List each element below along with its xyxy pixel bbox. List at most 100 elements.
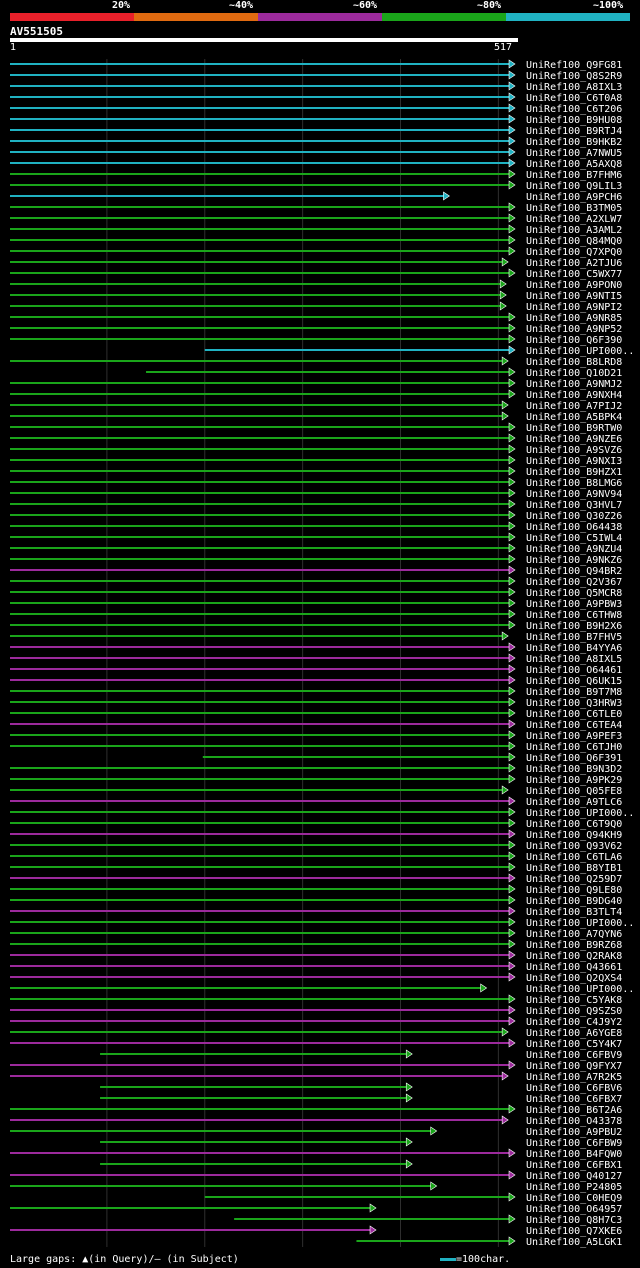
hit-label[interactable]: UniRef100_B3TLT4: [526, 907, 622, 918]
hit-label[interactable]: UniRef100_A8IXL5: [526, 654, 622, 665]
hit-label[interactable]: UniRef100_B9T7M8: [526, 687, 622, 698]
hit-label[interactable]: UniRef100_C6TLE0: [526, 709, 622, 720]
hit-label[interactable]: UniRef100_Q8S2R9: [526, 71, 622, 82]
hit-label[interactable]: UniRef100_B9HZX1: [526, 467, 622, 478]
hit-label[interactable]: UniRef100_A9NXI3: [526, 456, 622, 467]
hit-label[interactable]: UniRef100_C6THW8: [526, 610, 622, 621]
hit-label[interactable]: UniRef100_A3AML2: [526, 225, 622, 236]
hit-label[interactable]: UniRef100_Q94KH9: [526, 830, 622, 841]
hit-label[interactable]: UniRef100_C6FBV6: [526, 1083, 622, 1094]
hit-label[interactable]: UniRef100_C5Y4K7: [526, 1039, 622, 1050]
hit-label[interactable]: UniRef100_A9PBW3: [526, 599, 622, 610]
hit-label[interactable]: UniRef100_Q05FE8: [526, 786, 622, 797]
hit-label[interactable]: UniRef100_Q9LIL3: [526, 181, 622, 192]
hit-label[interactable]: UniRef100_Q2QXS4: [526, 973, 622, 984]
hit-label[interactable]: UniRef100_B8YIB1: [526, 863, 622, 874]
hit-label[interactable]: UniRef100_Q7XKE6: [526, 1226, 622, 1237]
hit-label[interactable]: UniRef100_A9NV94: [526, 489, 622, 500]
hit-label[interactable]: UniRef100_A5LGK1: [526, 1237, 622, 1248]
hit-label[interactable]: UniRef100_Q30Z26: [526, 511, 622, 522]
hit-label[interactable]: UniRef100_B9RTJ4: [526, 126, 622, 137]
hit-label[interactable]: UniRef100_A7PIJ2: [526, 401, 622, 412]
hit-label[interactable]: UniRef100_Q7XPQ0: [526, 247, 622, 258]
hit-label[interactable]: UniRef100_C6TJH0: [526, 742, 622, 753]
hit-label[interactable]: UniRef100_C6FBX1: [526, 1160, 622, 1171]
hit-label[interactable]: UniRef100_Q259D7: [526, 874, 622, 885]
hit-label[interactable]: UniRef100_Q6F390: [526, 335, 622, 346]
hit-label[interactable]: UniRef100_A9SVZ6: [526, 445, 622, 456]
hit-label[interactable]: UniRef100_A5BPK4: [526, 412, 622, 423]
hit-label[interactable]: UniRef100_B9RZ68: [526, 940, 622, 951]
hit-label[interactable]: UniRef100_A9NXH4: [526, 390, 622, 401]
hit-label[interactable]: UniRef100_A7QYN6: [526, 929, 622, 940]
hit-label[interactable]: UniRef100_C0HEQ9: [526, 1193, 622, 1204]
hit-label[interactable]: UniRef100_Q6UK15: [526, 676, 622, 687]
hit-label[interactable]: UniRef100_UPI000..: [526, 346, 634, 357]
hit-label[interactable]: UniRef100_A7R2K5: [526, 1072, 622, 1083]
hit-label[interactable]: UniRef100_Q2V367: [526, 577, 622, 588]
hit-label[interactable]: UniRef100_O64438: [526, 522, 622, 533]
hit-label[interactable]: UniRef100_C6TLA6: [526, 852, 622, 863]
hit-label[interactable]: UniRef100_C6FBV9: [526, 1050, 622, 1061]
hit-label[interactable]: UniRef100_A9TLC6: [526, 797, 622, 808]
hit-label[interactable]: UniRef100_A9NR85: [526, 313, 622, 324]
hit-label[interactable]: UniRef100_B7FHM6: [526, 170, 622, 181]
hit-label[interactable]: UniRef100_Q10D21: [526, 368, 622, 379]
hit-label[interactable]: UniRef100_B9N3D2: [526, 764, 622, 775]
hit-label[interactable]: UniRef100_C6FBW9: [526, 1138, 622, 1149]
hit-label[interactable]: UniRef100_C6T9Q0: [526, 819, 622, 830]
hit-label[interactable]: UniRef100_A9PEF3: [526, 731, 622, 742]
hit-label[interactable]: UniRef100_A7NWU5: [526, 148, 622, 159]
hit-label[interactable]: UniRef100_C6T0A8: [526, 93, 622, 104]
hit-label[interactable]: UniRef100_B7FHV5: [526, 632, 622, 643]
hit-label[interactable]: UniRef100_B8LMG6: [526, 478, 622, 489]
hit-label[interactable]: UniRef100_C4J9Y2: [526, 1017, 622, 1028]
hit-label[interactable]: UniRef100_O43378: [526, 1116, 622, 1127]
hit-label[interactable]: UniRef100_Q5MCR8: [526, 588, 622, 599]
hit-label[interactable]: UniRef100_B9RTW0: [526, 423, 622, 434]
hit-label[interactable]: UniRef100_A9PBU2: [526, 1127, 622, 1138]
hit-label[interactable]: UniRef100_C5IWL4: [526, 533, 622, 544]
hit-label[interactable]: UniRef100_B3TM05: [526, 203, 622, 214]
hit-label[interactable]: UniRef100_UPI000..: [526, 808, 634, 819]
hit-label[interactable]: UniRef100_Q84MQ0: [526, 236, 622, 247]
hit-label[interactable]: UniRef100_A9NZE6: [526, 434, 622, 445]
hit-label[interactable]: UniRef100_Q2RAK8: [526, 951, 622, 962]
hit-label[interactable]: UniRef100_A9NTI5: [526, 291, 622, 302]
hit-label[interactable]: UniRef100_Q3HRW3: [526, 698, 622, 709]
hit-label[interactable]: UniRef100_A9NP52: [526, 324, 622, 335]
hit-label[interactable]: UniRef100_Q94BR2: [526, 566, 622, 577]
hit-label[interactable]: UniRef100_UPI000..: [526, 918, 634, 929]
hit-label[interactable]: UniRef100_C6FBX7: [526, 1094, 622, 1105]
hit-label[interactable]: UniRef100_A9NKZ6: [526, 555, 622, 566]
hit-label[interactable]: UniRef100_A8IXL3: [526, 82, 622, 93]
hit-label[interactable]: UniRef100_A9PCH6: [526, 192, 622, 203]
hit-label[interactable]: UniRef100_A9NZU4: [526, 544, 622, 555]
hit-label[interactable]: UniRef100_B4FQW0: [526, 1149, 622, 1160]
hit-label[interactable]: UniRef100_B4YYA6: [526, 643, 622, 654]
hit-label[interactable]: UniRef100_A9PON0: [526, 280, 622, 291]
hit-label[interactable]: UniRef100_B6T2A6: [526, 1105, 622, 1116]
hit-label[interactable]: UniRef100_C6TEA4: [526, 720, 622, 731]
hit-label[interactable]: UniRef100_Q93V62: [526, 841, 622, 852]
hit-label[interactable]: UniRef100_Q6F391: [526, 753, 622, 764]
hit-label[interactable]: UniRef100_B9HU08: [526, 115, 622, 126]
hit-label[interactable]: UniRef100_C5WX77: [526, 269, 622, 280]
hit-label[interactable]: UniRef100_Q9FG81: [526, 60, 622, 71]
hit-label[interactable]: UniRef100_C5YAK8: [526, 995, 622, 1006]
hit-label[interactable]: UniRef100_A9PK29: [526, 775, 622, 786]
hit-label[interactable]: UniRef100_B9H2X6: [526, 621, 622, 632]
hit-label[interactable]: UniRef100_Q43661: [526, 962, 622, 973]
hit-label[interactable]: UniRef100_Q9LE80: [526, 885, 622, 896]
hit-label[interactable]: UniRef100_Q9SZS0: [526, 1006, 622, 1017]
hit-label[interactable]: UniRef100_A9NMJ2: [526, 379, 622, 390]
hit-label[interactable]: UniRef100_A9NPI2: [526, 302, 622, 313]
hit-label[interactable]: UniRef100_A6YGE8: [526, 1028, 622, 1039]
hit-label[interactable]: UniRef100_O64461: [526, 665, 622, 676]
hit-label[interactable]: UniRef100_A5AXQ8: [526, 159, 622, 170]
hit-label[interactable]: UniRef100_B8LRD8: [526, 357, 622, 368]
hit-label[interactable]: UniRef100_Q9FYX7: [526, 1061, 622, 1072]
hit-label[interactable]: UniRef100_Q3HVL7: [526, 500, 622, 511]
hit-label[interactable]: UniRef100_UPI000..: [526, 984, 634, 995]
hit-label[interactable]: UniRef100_B9DG40: [526, 896, 622, 907]
